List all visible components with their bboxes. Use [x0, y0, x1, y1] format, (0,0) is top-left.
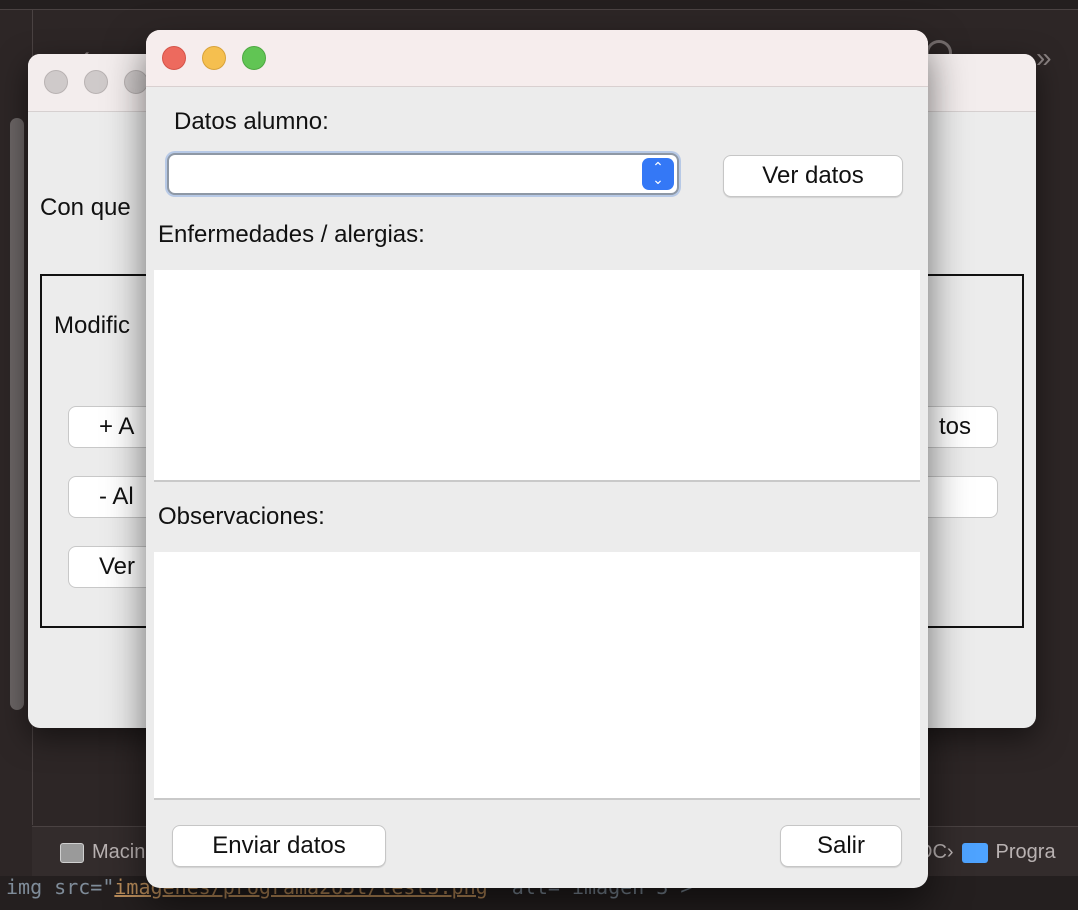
diseases-label: Enfermedades / alergias: — [158, 221, 425, 248]
background-group-label: Modific — [54, 312, 131, 339]
dialog-titlebar — [146, 30, 928, 87]
code-token: img src=" — [6, 876, 115, 899]
close-button-inactive[interactable] — [44, 70, 68, 94]
student-combo-box[interactable]: ⌃ ⌄ — [167, 153, 679, 195]
path-bar-item-folder[interactable]: DC› Progra — [918, 841, 1056, 864]
path-bar-item-disk[interactable]: Macin — [60, 841, 145, 864]
ide-scrollbar[interactable] — [10, 118, 24, 710]
updown-chevron-icon[interactable]: ⌃ ⌄ — [642, 158, 674, 190]
ide-top-bar — [0, 0, 1078, 10]
diseases-textarea[interactable] — [154, 270, 920, 482]
minimize-button[interactable] — [202, 46, 226, 70]
observations-textarea[interactable] — [154, 552, 920, 800]
path-bar-label: Macin — [92, 841, 146, 863]
zoom-button-inactive[interactable] — [124, 70, 148, 94]
send-data-button[interactable]: Enviar datos — [172, 825, 386, 867]
student-data-dialog: Datos alumno: ⌃ ⌄ Ver datos Enfermedades … — [146, 30, 928, 888]
minimize-button-inactive[interactable] — [84, 70, 108, 94]
path-bar-label: Progra — [995, 841, 1056, 863]
double-chevron-right-icon[interactable]: » — [1036, 42, 1052, 74]
close-button[interactable] — [162, 46, 186, 70]
background-prompt-text: Con que — [40, 194, 131, 221]
student-label: Datos alumno: — [174, 108, 329, 135]
exit-button[interactable]: Salir — [780, 825, 902, 867]
observations-label: Observaciones: — [158, 503, 325, 530]
disk-icon — [60, 842, 84, 863]
view-data-button[interactable]: Ver datos — [723, 155, 903, 197]
zoom-button[interactable] — [242, 46, 266, 70]
folder-icon — [961, 842, 988, 863]
